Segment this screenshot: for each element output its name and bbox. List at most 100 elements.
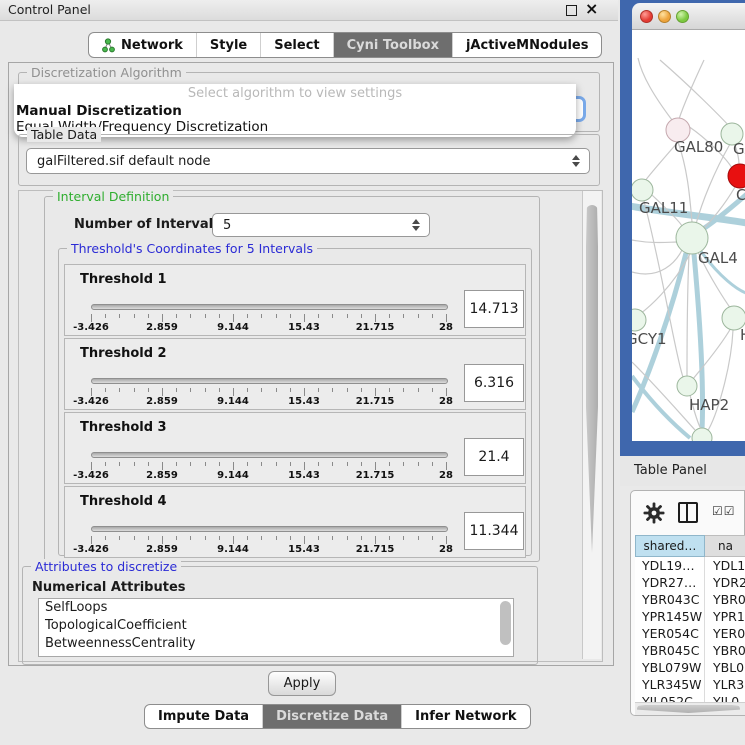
table-cell-shared-name: YBL079W <box>635 659 705 676</box>
slider-tick <box>134 536 135 540</box>
tab-cyni-toolbox[interactable]: Cyni Toolbox <box>334 33 453 57</box>
combo-stepper-icon <box>572 155 581 167</box>
slider-tick <box>332 536 333 540</box>
network-view-canvas[interactable]: GAL80GACGAL11GAL4GCY1HHAP2 <box>632 30 745 441</box>
threshold-label: Threshold 4 <box>80 494 167 509</box>
table-cell-shared-name: YBR045C <box>635 642 705 659</box>
minimize-traffic-light-icon[interactable] <box>658 10 671 23</box>
apply-button-label: Apply <box>284 676 321 691</box>
tab-style[interactable]: Style <box>197 33 261 57</box>
node-label: H <box>740 326 745 344</box>
slider-tick-label: 9.144 <box>217 544 249 555</box>
table-row[interactable]: YBR045CYBR0 <box>635 642 745 659</box>
dropdown-option[interactable]: Manual Discretization <box>14 103 576 119</box>
scrollbar-thumb[interactable] <box>586 205 598 553</box>
number-of-intervals-combobox[interactable]: 5 <box>212 213 430 237</box>
threshold-value-field[interactable]: 21.4 <box>464 438 524 476</box>
dropdown-hint-item[interactable]: Select algorithm to view settings <box>14 86 576 103</box>
table-row[interactable]: YDL19…YDL1 <box>635 557 745 574</box>
slider-tick <box>290 462 291 466</box>
slider-tick <box>361 314 362 318</box>
attribute-list-item[interactable]: BetweennessCentrality <box>39 635 513 653</box>
slider-tick <box>304 462 305 470</box>
slider-thumb[interactable] <box>364 444 378 463</box>
threshold-label: Threshold 1 <box>80 272 167 287</box>
slider-track[interactable] <box>91 452 448 458</box>
table-row[interactable]: YDR27…YDR2 <box>635 574 745 591</box>
tab-network[interactable]: Network <box>89 33 197 57</box>
network-node-gal11[interactable] <box>632 179 653 201</box>
slider-tick <box>205 462 206 466</box>
slider-track[interactable] <box>91 526 448 532</box>
table-row[interactable]: YBR043CYBR0 <box>635 591 745 608</box>
scrollbar-thumb[interactable] <box>637 705 740 713</box>
bottom-tab-impute-data[interactable]: Impute Data <box>145 705 263 728</box>
table-data-group-title: Table Data <box>27 127 101 142</box>
slider-tick <box>276 388 277 392</box>
slider-tick <box>105 314 106 318</box>
table-header-name[interactable]: na <box>705 535 745 557</box>
bottom-tab-infer-network[interactable]: Infer Network <box>402 705 529 728</box>
attribute-list-item[interactable]: SelfLoops <box>39 599 513 617</box>
float-window-icon[interactable] <box>566 5 577 16</box>
zoom-traffic-light-icon[interactable] <box>676 10 689 23</box>
table-header-shared-name[interactable]: shared… <box>635 535 705 557</box>
network-window-titlebar[interactable] <box>632 3 745 30</box>
table-data-combobox[interactable]: galFiltered.sif default node <box>26 148 590 174</box>
slider-tick <box>418 314 419 318</box>
slider-tick <box>332 462 333 466</box>
table-row[interactable]: YBL079WYBL0 <box>635 659 745 676</box>
slider-track[interactable] <box>91 378 448 384</box>
tab-select[interactable]: Select <box>261 33 333 57</box>
list-scrollbar-thumb[interactable] <box>500 601 511 645</box>
apply-button[interactable]: Apply <box>268 671 336 696</box>
interval-definition-title: Interval Definition <box>53 189 173 204</box>
column-checkbox-icons[interactable]: ☑☑ <box>712 504 736 518</box>
table-row[interactable]: YLR345WYLR3 <box>635 676 745 693</box>
slider-track[interactable] <box>91 304 448 310</box>
table-cell-shared-name: YDR27… <box>635 574 705 591</box>
table-cell-shared-name: YLR345W <box>635 676 705 693</box>
attribute-list-item[interactable]: TopologicalCoefficient <box>39 617 513 635</box>
split-table-icon[interactable] <box>678 502 698 523</box>
slider-tick <box>219 536 220 540</box>
close-icon[interactable]: × <box>585 0 598 19</box>
bottom-tab-discretize-data[interactable]: Discretize Data <box>263 705 402 728</box>
network-node-hap2[interactable] <box>677 376 697 396</box>
slider-tick <box>375 462 376 470</box>
table-row[interactable]: YPR145WYPR1 <box>635 608 745 625</box>
network-node-gcy1[interactable] <box>632 309 646 331</box>
table-cell-name: YBL0 <box>705 659 745 676</box>
numerical-attributes-list[interactable]: SelfLoopsTopologicalCoefficientBetweenne… <box>38 598 514 657</box>
slider-tick <box>134 314 135 318</box>
settings-vertical-scrollbar[interactable] <box>582 191 601 659</box>
threshold-value-field[interactable]: 11.344 <box>464 512 524 550</box>
slider-tick <box>233 388 234 396</box>
slider-tick <box>276 536 277 540</box>
threshold-panel: Threshold 4-3.4262.8599.14415.4321.71528… <box>64 486 526 558</box>
table-cell-shared-name: YPR145W <box>635 608 705 625</box>
slider-tick <box>446 388 447 396</box>
close-traffic-light-icon[interactable] <box>640 10 653 23</box>
network-icon <box>102 38 115 53</box>
network-node-c[interactable] <box>728 164 745 188</box>
slider-tick <box>148 536 149 540</box>
slider-tick <box>190 462 191 466</box>
threshold-value-field[interactable]: 14.713 <box>464 290 524 328</box>
tab-jactivemnodules[interactable]: jActiveMNodules <box>453 33 602 57</box>
table-panel-toolbar: ☑☑ <box>631 491 744 535</box>
table-horizontal-scrollbar[interactable] <box>635 702 745 715</box>
tab-label: Select <box>274 38 319 53</box>
slider-thumb[interactable] <box>194 370 208 389</box>
slider-tick <box>375 388 376 396</box>
table-row[interactable]: YER054CYER0 <box>635 625 745 642</box>
table-cell-name: YPR1 <box>705 608 745 625</box>
slider-tick <box>148 388 149 392</box>
table-cell-name: YDR2 <box>705 574 745 591</box>
slider-thumb[interactable] <box>251 518 265 537</box>
slider-tick <box>91 536 92 544</box>
gear-icon[interactable] <box>643 502 665 524</box>
slider-thumb[interactable] <box>289 296 303 315</box>
slider-tick <box>219 462 220 466</box>
threshold-value-field[interactable]: 6.316 <box>464 364 524 402</box>
